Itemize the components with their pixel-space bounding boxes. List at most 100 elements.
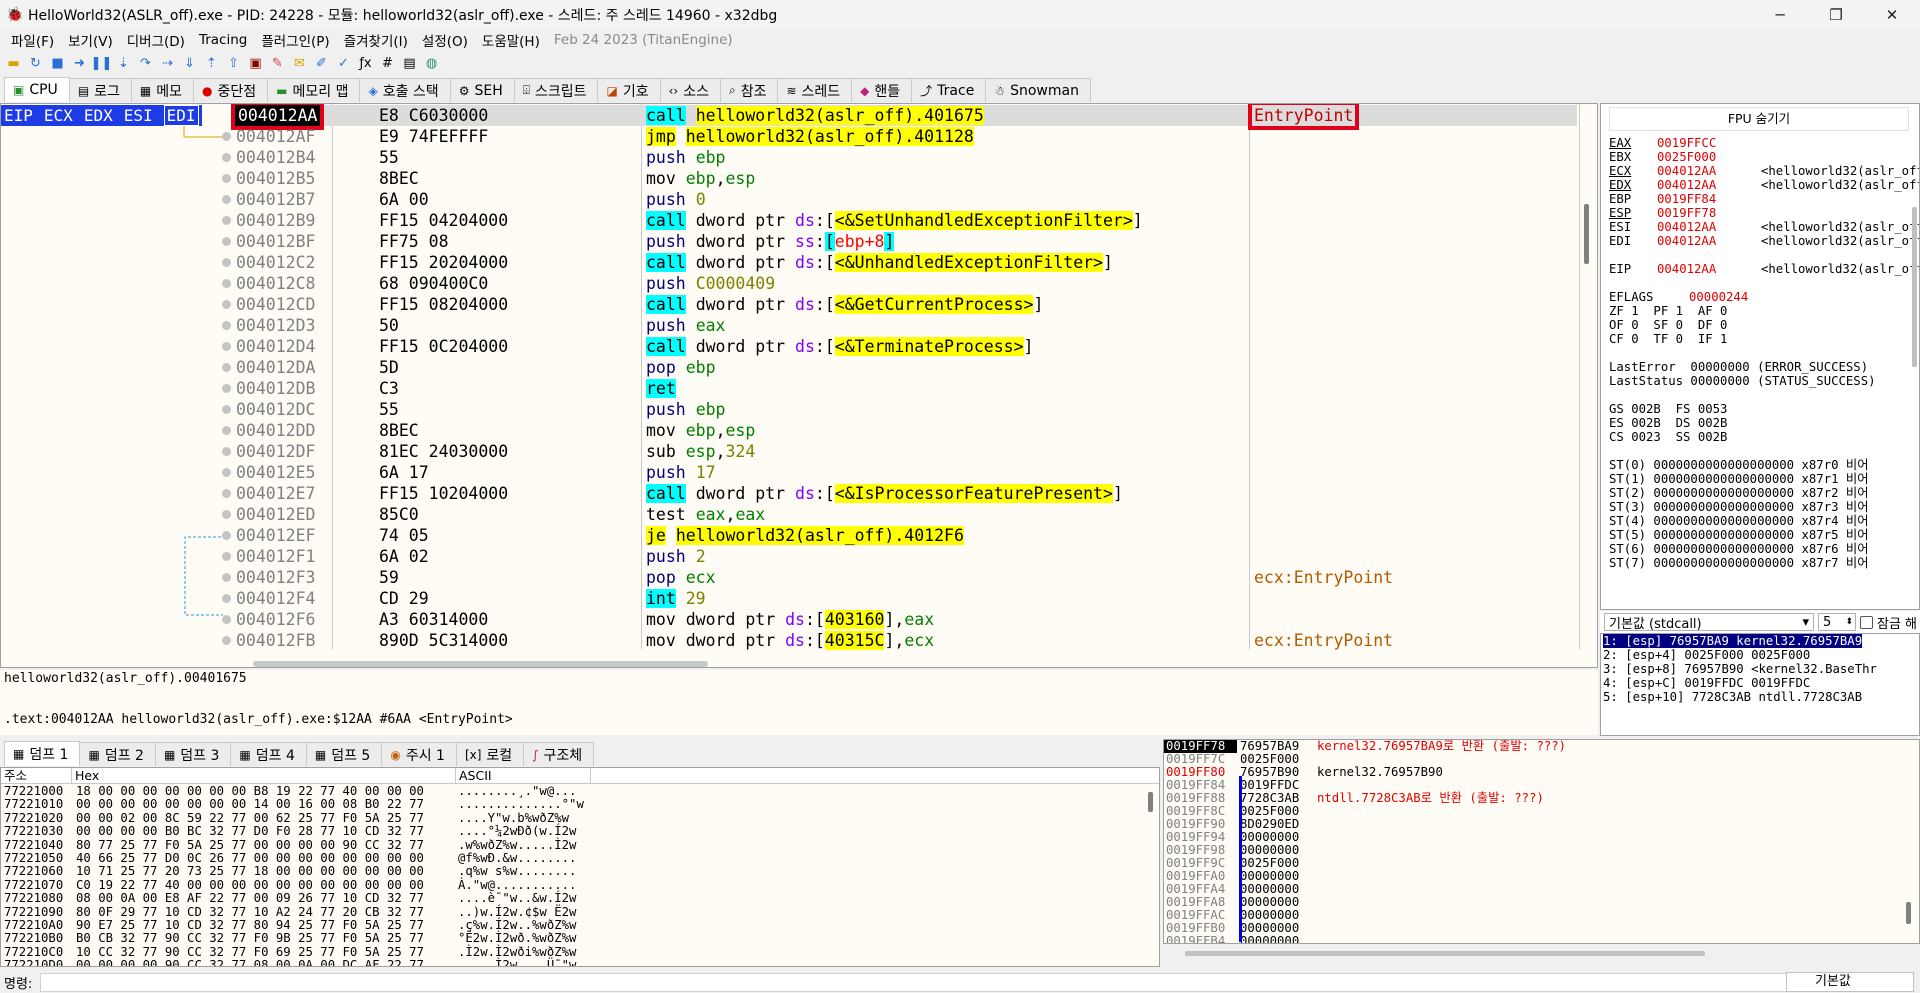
dump-header-address[interactable]: 주소 [1, 768, 72, 783]
disassembly-view[interactable]: EIP ECX EDX ESI EDI 004012AA E8 C6030000 c… [0, 103, 1598, 668]
stack-arg-row[interactable]: 5: [esp+10] 7728C3AB ntdll.7728C3AB [1603, 690, 1919, 704]
disasm-row[interactable]: 004012DA 5D pop ebp [232, 357, 1577, 378]
command-mode-select[interactable]: 기본값 [1786, 972, 1914, 992]
disasm-row[interactable]: 004012ED 85C0 test eax,eax [232, 504, 1577, 525]
globe-icon[interactable]: ◍ [422, 54, 441, 73]
fpu-st-row[interactable]: ST(5) 0000000000000000000 x87r5 비어 [1609, 528, 1919, 542]
breakpoint-dot[interactable] [222, 594, 231, 603]
disasm-row[interactable]: 004012C8 68 090400C0 push C0000409 [232, 273, 1577, 294]
dump-header-ascii[interactable]: ASCII [456, 768, 591, 783]
disasm-row[interactable]: 004012BF FF75 08 push dword ptr ss:[ebp+8] [232, 231, 1577, 252]
disasm-row[interactable]: 004012E7 FF15 10204000 call dword ptr ds:[… [232, 483, 1577, 504]
disasm-row[interactable]: 004012DF 81EC 24030000 sub esp,324 [232, 441, 1577, 462]
register-eax[interactable]: EAX 0019FFCC [1609, 136, 1919, 150]
tab-dump-1[interactable]: ▦ 덤프 1 [4, 741, 81, 766]
breakpoint-dot[interactable] [222, 531, 231, 540]
disasm-row[interactable]: 004012B4 55 push ebp [232, 147, 1577, 168]
fpu-st-row[interactable]: ST(1) 0000000000000000000 x87r1 비어 [1609, 472, 1919, 486]
breakpoint-dot[interactable] [222, 216, 231, 225]
fpu-st-row[interactable]: ST(3) 0000000000000000000 x87r3 비어 [1609, 500, 1919, 514]
register-ebp[interactable]: EBP 0019FF84 [1609, 192, 1919, 206]
dump-row[interactable]: 772210B0 B0 CB 32 77 90 CC 32 77 F0 9B 25… [1, 932, 592, 946]
tab-script[interactable]: ⌹ 스크립트 [513, 78, 599, 102]
breakpoint-dot[interactable] [222, 447, 231, 456]
breakpoint-dot[interactable] [222, 174, 231, 183]
register-esp[interactable]: ESP 0019FF78 [1609, 206, 1919, 220]
breakpoint-dot[interactable] [222, 468, 231, 477]
breakpoint-dot[interactable] [222, 342, 231, 351]
tab-memory-map[interactable]: ▬ 메모리 맵 [267, 78, 361, 102]
disasm-row[interactable]: 004012EF 74 05 je helloworld32(aslr_off).4… [232, 525, 1577, 546]
menu-help[interactable]: 도움말(H) [475, 30, 547, 50]
disasm-row[interactable]: 004012B7 6A 00 push 0 [232, 189, 1577, 210]
disasm-row[interactable]: 004012D3 50 push eax [232, 315, 1577, 336]
breakpoint-dot[interactable] [222, 636, 231, 645]
stack-scrollbar[interactable] [1185, 951, 1705, 956]
dump-row[interactable]: 77221010 00 00 00 00 00 00 00 00 14 00 16… [1, 797, 592, 811]
stack-arg-row[interactable]: 4: [esp+C] 0019FFDC 0019FFDC [1603, 676, 1919, 690]
disasm-row[interactable]: 004012DD 8BEC mov ebp,esp [232, 420, 1577, 441]
disasm-row[interactable]: 004012B9 FF15 04204000 call dword ptr ds:[… [232, 210, 1577, 231]
flags-row[interactable]: ZF 1 PF 1 AF 0 [1609, 304, 1919, 318]
tab-notes[interactable]: ▦ 메모 [130, 78, 195, 102]
minimize-button[interactable]: ─ [1752, 0, 1808, 29]
stop-icon[interactable]: ■ [48, 54, 67, 73]
fpu-st-row[interactable]: ST(0) 0000000000000000000 x87r0 비어 [1609, 458, 1919, 472]
register-ecx[interactable]: ECX 004012AA <helloworld32(aslr_off) [1609, 164, 1919, 178]
breakpoint-dot[interactable] [222, 363, 231, 372]
tab-threads[interactable]: ≋ 스레드 [777, 78, 853, 102]
tab-dump-5[interactable]: ▦ 덤프 5 [305, 742, 383, 766]
dump-row[interactable]: 77221050 40 66 25 77 D0 0C 26 77 00 00 00… [1, 851, 592, 865]
breakpoint-dot[interactable] [222, 510, 231, 519]
tab-locals[interactable]: [x] 로컬 [455, 742, 525, 766]
tab-dump-4[interactable]: ▦ 덤프 4 [230, 742, 307, 766]
menu-file[interactable]: 파일(F) [4, 30, 61, 50]
hash-icon[interactable]: # [378, 54, 397, 73]
tab-watch-1[interactable]: ◉ 주시 1 [381, 742, 457, 766]
disasm-row[interactable]: 004012DC 55 push ebp [232, 399, 1577, 420]
breakpoint-dot[interactable] [222, 615, 231, 624]
disasm-row[interactable]: 004012C2 FF15 20204000 call dword ptr ds:[… [232, 252, 1577, 273]
execute-till-return-icon[interactable]: ⇡ [202, 54, 221, 73]
breakpoint-dot[interactable] [222, 489, 231, 498]
stack-arg-row[interactable]: 3: [esp+8] 76957B90 <kernel32.BaseThr [1603, 662, 1919, 676]
tab-handles[interactable]: ◆ 핸들 [851, 78, 913, 102]
fpu-st-row[interactable]: ST(6) 0000000000000000000 x87r6 비어 [1609, 542, 1919, 556]
breakpoint-dot[interactable] [222, 300, 231, 309]
disasm-row[interactable]: 004012CD FF15 08204000 call dword ptr ds:[… [232, 294, 1577, 315]
breakpoint-dot[interactable] [222, 258, 231, 267]
registers-scrollbar[interactable] [1912, 207, 1917, 367]
call-convention-select[interactable]: 기본값 (stdcall) ▾ [1604, 613, 1814, 632]
disasm-row[interactable]: 004012B5 8BEC mov ebp,esp [232, 168, 1577, 189]
log-icon[interactable]: ▤ [400, 54, 419, 73]
dump-row[interactable]: 77221000 18 00 00 00 00 00 00 00 B8 19 22… [1, 784, 592, 798]
tab-cpu[interactable]: ▣ CPU [4, 77, 70, 102]
scylla-icon[interactable]: ▣ [246, 54, 265, 73]
disasm-row[interactable]: 004012F4 CD 29 int 29 [232, 588, 1577, 609]
tab-log[interactable]: ▤ 로그 [68, 78, 132, 102]
fpu-st-row[interactable]: ST(4) 0000000000000000000 x87r4 비어 [1609, 514, 1919, 528]
trace-over-icon[interactable]: ⇓ [180, 54, 199, 73]
disasm-row[interactable]: 004012F3 59 pop ecx ecx:EntryPoint [232, 567, 1577, 588]
fpu-st-row[interactable]: ST(7) 0000000000000000000 x87r7 비어 [1609, 556, 1919, 570]
breakpoint-dot[interactable] [222, 153, 231, 162]
step-over-icon[interactable]: ↷ [136, 54, 155, 73]
tab-call-stack[interactable]: ◈ 호출 스택 [359, 78, 451, 102]
tab-source[interactable]: ‹› 소스 [659, 78, 721, 102]
tab-dump-2[interactable]: ▦ 덤프 2 [79, 742, 156, 766]
breakpoint-dot[interactable] [222, 132, 231, 141]
register-esi[interactable]: ESI 004012AA <helloworld32(aslr_off) [1609, 220, 1919, 234]
comment-icon[interactable]: ✉ [290, 54, 309, 73]
dump-row[interactable]: 77221030 00 00 00 00 B0 BC 32 77 D0 F0 28… [1, 824, 592, 838]
breakpoint-dot[interactable] [222, 321, 231, 330]
disasm-row[interactable]: 004012D4 FF15 0C204000 call dword ptr ds:[… [232, 336, 1577, 357]
trace-into-icon[interactable]: ⇢ [158, 54, 177, 73]
tab-seh[interactable]: ⚙ SEH [449, 78, 515, 102]
breakpoint-dot[interactable] [222, 195, 231, 204]
menu-plugins[interactable]: 플러그인(P) [254, 30, 336, 50]
eflags-row[interactable]: EFLAGS 00000244 [1609, 290, 1919, 304]
disassembly-vscroll[interactable] [1584, 204, 1589, 264]
patch-icon[interactable]: ✎ [268, 54, 287, 73]
arg-count-spinner[interactable]: 5 ⬍ [1818, 613, 1856, 631]
disasm-row[interactable]: 004012F6 A3 60314000 mov dword ptr ds:[403… [232, 609, 1577, 630]
